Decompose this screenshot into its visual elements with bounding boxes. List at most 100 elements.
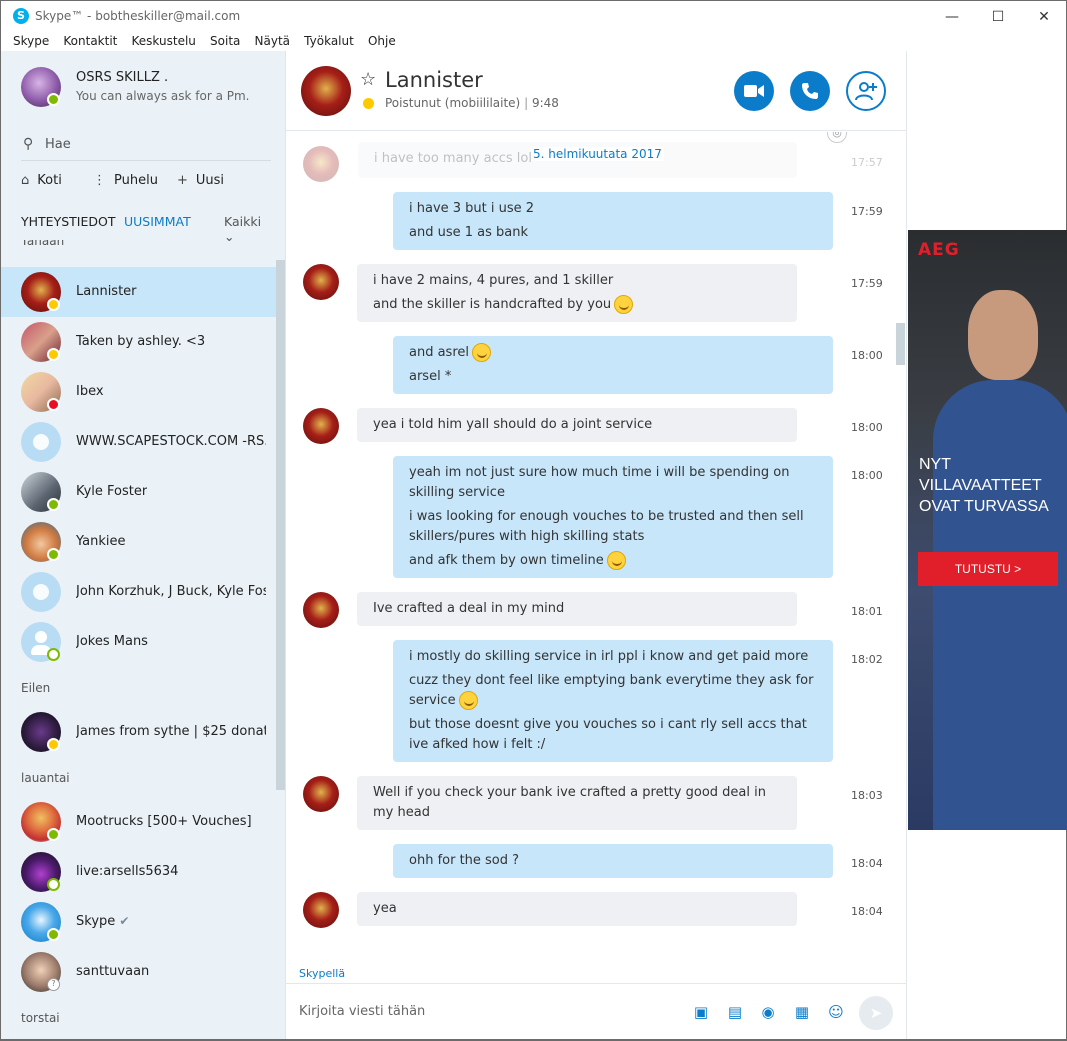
contact-row[interactable]: Kyle Foster <box>1 467 276 517</box>
message-text: i have 2 mains, 4 pures, and 1 skiller <box>373 273 614 288</box>
section-today: Tänään <box>21 240 65 248</box>
group-icon <box>21 422 61 462</box>
contact-row[interactable]: Yankiee <box>1 517 276 567</box>
menu-conversation[interactable]: Keskustelu <box>132 31 196 51</box>
send-image-button[interactable]: ▣ <box>691 1002 711 1022</box>
conversation-title: Lannister <box>385 68 483 92</box>
away-status-icon <box>47 738 60 751</box>
emoticon-button[interactable]: ☺ <box>826 1002 846 1022</box>
minimize-button[interactable]: — <box>929 5 975 29</box>
grin-emoticon-icon <box>458 691 478 710</box>
home-button[interactable]: ⌂ Koti <box>21 173 62 193</box>
search-box[interactable]: ⚲ <box>21 129 271 161</box>
contact-name: John Korzhuk, J Buck, Kyle Fos... <box>76 584 266 599</box>
contact-row[interactable]: ? santtuvaan <box>1 947 276 997</box>
conversation-pane: ☆ Lannister Poistunut (mobiililaite) | 9… <box>286 51 906 1041</box>
send-contact-button[interactable]: ▦ <box>792 1002 812 1022</box>
home-icon: ⌂ <box>21 173 30 188</box>
message-avatar <box>303 892 339 928</box>
video-call-button[interactable] <box>734 71 774 111</box>
advertisement-banner[interactable]: AEG NYT VILLAVAATTEET OVAT TURVASSA TUTU… <box>908 230 1067 830</box>
message-bubble: ohh for the sod ? <box>393 844 833 878</box>
smile-emoticon-icon <box>614 295 634 314</box>
conversation-avatar[interactable] <box>301 66 351 116</box>
call-button[interactable]: ⋮ Puhelu <box>93 173 158 193</box>
menu-help[interactable]: Ohje <box>368 31 396 51</box>
message-time: 17:57 <box>851 156 883 169</box>
send-button[interactable]: ➤ <box>859 996 893 1030</box>
contact-list-scrollbar[interactable] <box>276 260 285 790</box>
contact-row[interactable]: Taken by ashley. <3 <box>1 317 276 367</box>
contact-name: James from sythe | $25 donat... <box>76 724 266 739</box>
message-avatar <box>303 264 339 300</box>
file-icon: ▤ <box>727 1003 743 1021</box>
menu-call[interactable]: Soita <box>210 31 240 51</box>
menu-contacts[interactable]: Kontaktit <box>63 31 117 51</box>
contact-row[interactable]: Lannister <box>1 267 276 317</box>
message-bubble: Ive crafted a deal in my mind <box>357 592 797 626</box>
message-input[interactable] <box>299 999 679 1023</box>
compose-bar: ▣ ▤ ◉ ▦ ☺ ➤ <box>286 983 906 1041</box>
grin-emoticon-icon <box>606 551 626 570</box>
message-time: 18:00 <box>851 469 883 482</box>
message-time: 17:59 <box>851 205 883 218</box>
favorite-star-icon[interactable]: ☆ <box>360 69 376 90</box>
message-time: 18:03 <box>851 789 883 802</box>
my-profile[interactable]: OSRS SKILLZ . You can always ask for a P… <box>1 51 285 123</box>
message-line: and asrel <box>409 343 817 363</box>
maximize-button[interactable]: ☐ <box>975 5 1021 29</box>
close-button[interactable]: ✕ <box>1021 5 1067 29</box>
call-label: Puhelu <box>114 173 158 188</box>
tab-contacts[interactable]: YHTEYSTIEDOT <box>21 214 115 229</box>
date-separator: 5. helmikuutata 2017 <box>531 147 664 161</box>
unknown-status-icon: ? <box>47 978 60 991</box>
menu-view[interactable]: Näytä <box>255 31 291 51</box>
message-line: and the skiller is handcrafted by you <box>373 295 781 315</box>
away-status-icon <box>47 298 60 311</box>
window-title: Skype™ - bobtheskiller@mail.com <box>35 9 241 23</box>
new-button[interactable]: + Uusi <box>177 173 224 193</box>
section-yesterday: Eilen <box>21 681 51 695</box>
message-bubble: and asrel arsel * <box>393 336 833 394</box>
image-icon: ▣ <box>693 1003 709 1021</box>
contact-row[interactable]: Ibex <box>1 367 276 417</box>
contact-name: Skype ✔ <box>76 914 129 929</box>
contact-row[interactable]: Mootrucks [500+ Vouches] <box>1 797 276 847</box>
menu-skype[interactable]: Skype <box>13 31 49 51</box>
message-bubble: i have 2 mains, 4 pures, and 1 skiller a… <box>357 264 797 322</box>
tab-recent[interactable]: UUSIMMAT <box>124 214 191 229</box>
send-file-button[interactable]: ▤ <box>725 1002 745 1022</box>
group-icon <box>21 572 61 612</box>
message-text: Ive crafted a deal in my mind <box>373 601 565 616</box>
section-thursday: torstai <box>21 1011 60 1025</box>
add-participant-button[interactable] <box>846 71 886 111</box>
menu-tools[interactable]: Työkalut <box>304 31 354 51</box>
video-message-button[interactable]: ◉ <box>758 1002 778 1022</box>
contact-row[interactable]: John Korzhuk, J Buck, Kyle Fos... <box>1 567 276 617</box>
message-bubble: yeah im not just sure how much time i wi… <box>393 456 833 578</box>
message-text: i was looking for enough vouches to be t… <box>409 509 804 544</box>
menu-bar: Skype Kontaktit Keskustelu Soita Näytä T… <box>0 31 1067 51</box>
chat-scrollbar[interactable] <box>896 323 905 365</box>
contact-row[interactable]: Jokes Mans <box>1 617 276 667</box>
my-name: OSRS SKILLZ . <box>76 70 169 85</box>
voice-call-button[interactable] <box>790 71 830 111</box>
contact-row[interactable]: WWW.SCAPESTOCK.COM -RS... <box>1 417 276 467</box>
conversation-header: ☆ Lannister Poistunut (mobiililaite) | 9… <box>286 51 906 131</box>
contact-row[interactable]: live:arsells5634 <box>1 847 276 897</box>
ad-cta-button[interactable]: TUTUSTU > <box>918 552 1058 586</box>
message-history[interactable]: ◎ i have too many accs lol 17:57 5. helm… <box>286 132 906 962</box>
ad-model-face <box>968 290 1038 380</box>
message-text: ohh for the sod ? <box>409 853 520 868</box>
contact-name: Jokes Mans <box>76 634 148 649</box>
message-avatar <box>303 146 339 182</box>
message-avatar <box>303 776 339 812</box>
message-time: 18:01 <box>851 605 883 618</box>
message-text: yeah im not just sure how much time i wi… <box>409 465 790 500</box>
online-status-icon <box>47 548 60 561</box>
contact-row[interactable]: James from sythe | $25 donat... <box>1 707 276 757</box>
contact-row[interactable]: Skype ✔ <box>1 897 276 947</box>
message-text: i have 3 but i use 2 <box>409 201 535 216</box>
message-time: 18:00 <box>851 421 883 434</box>
search-input[interactable] <box>45 133 265 155</box>
